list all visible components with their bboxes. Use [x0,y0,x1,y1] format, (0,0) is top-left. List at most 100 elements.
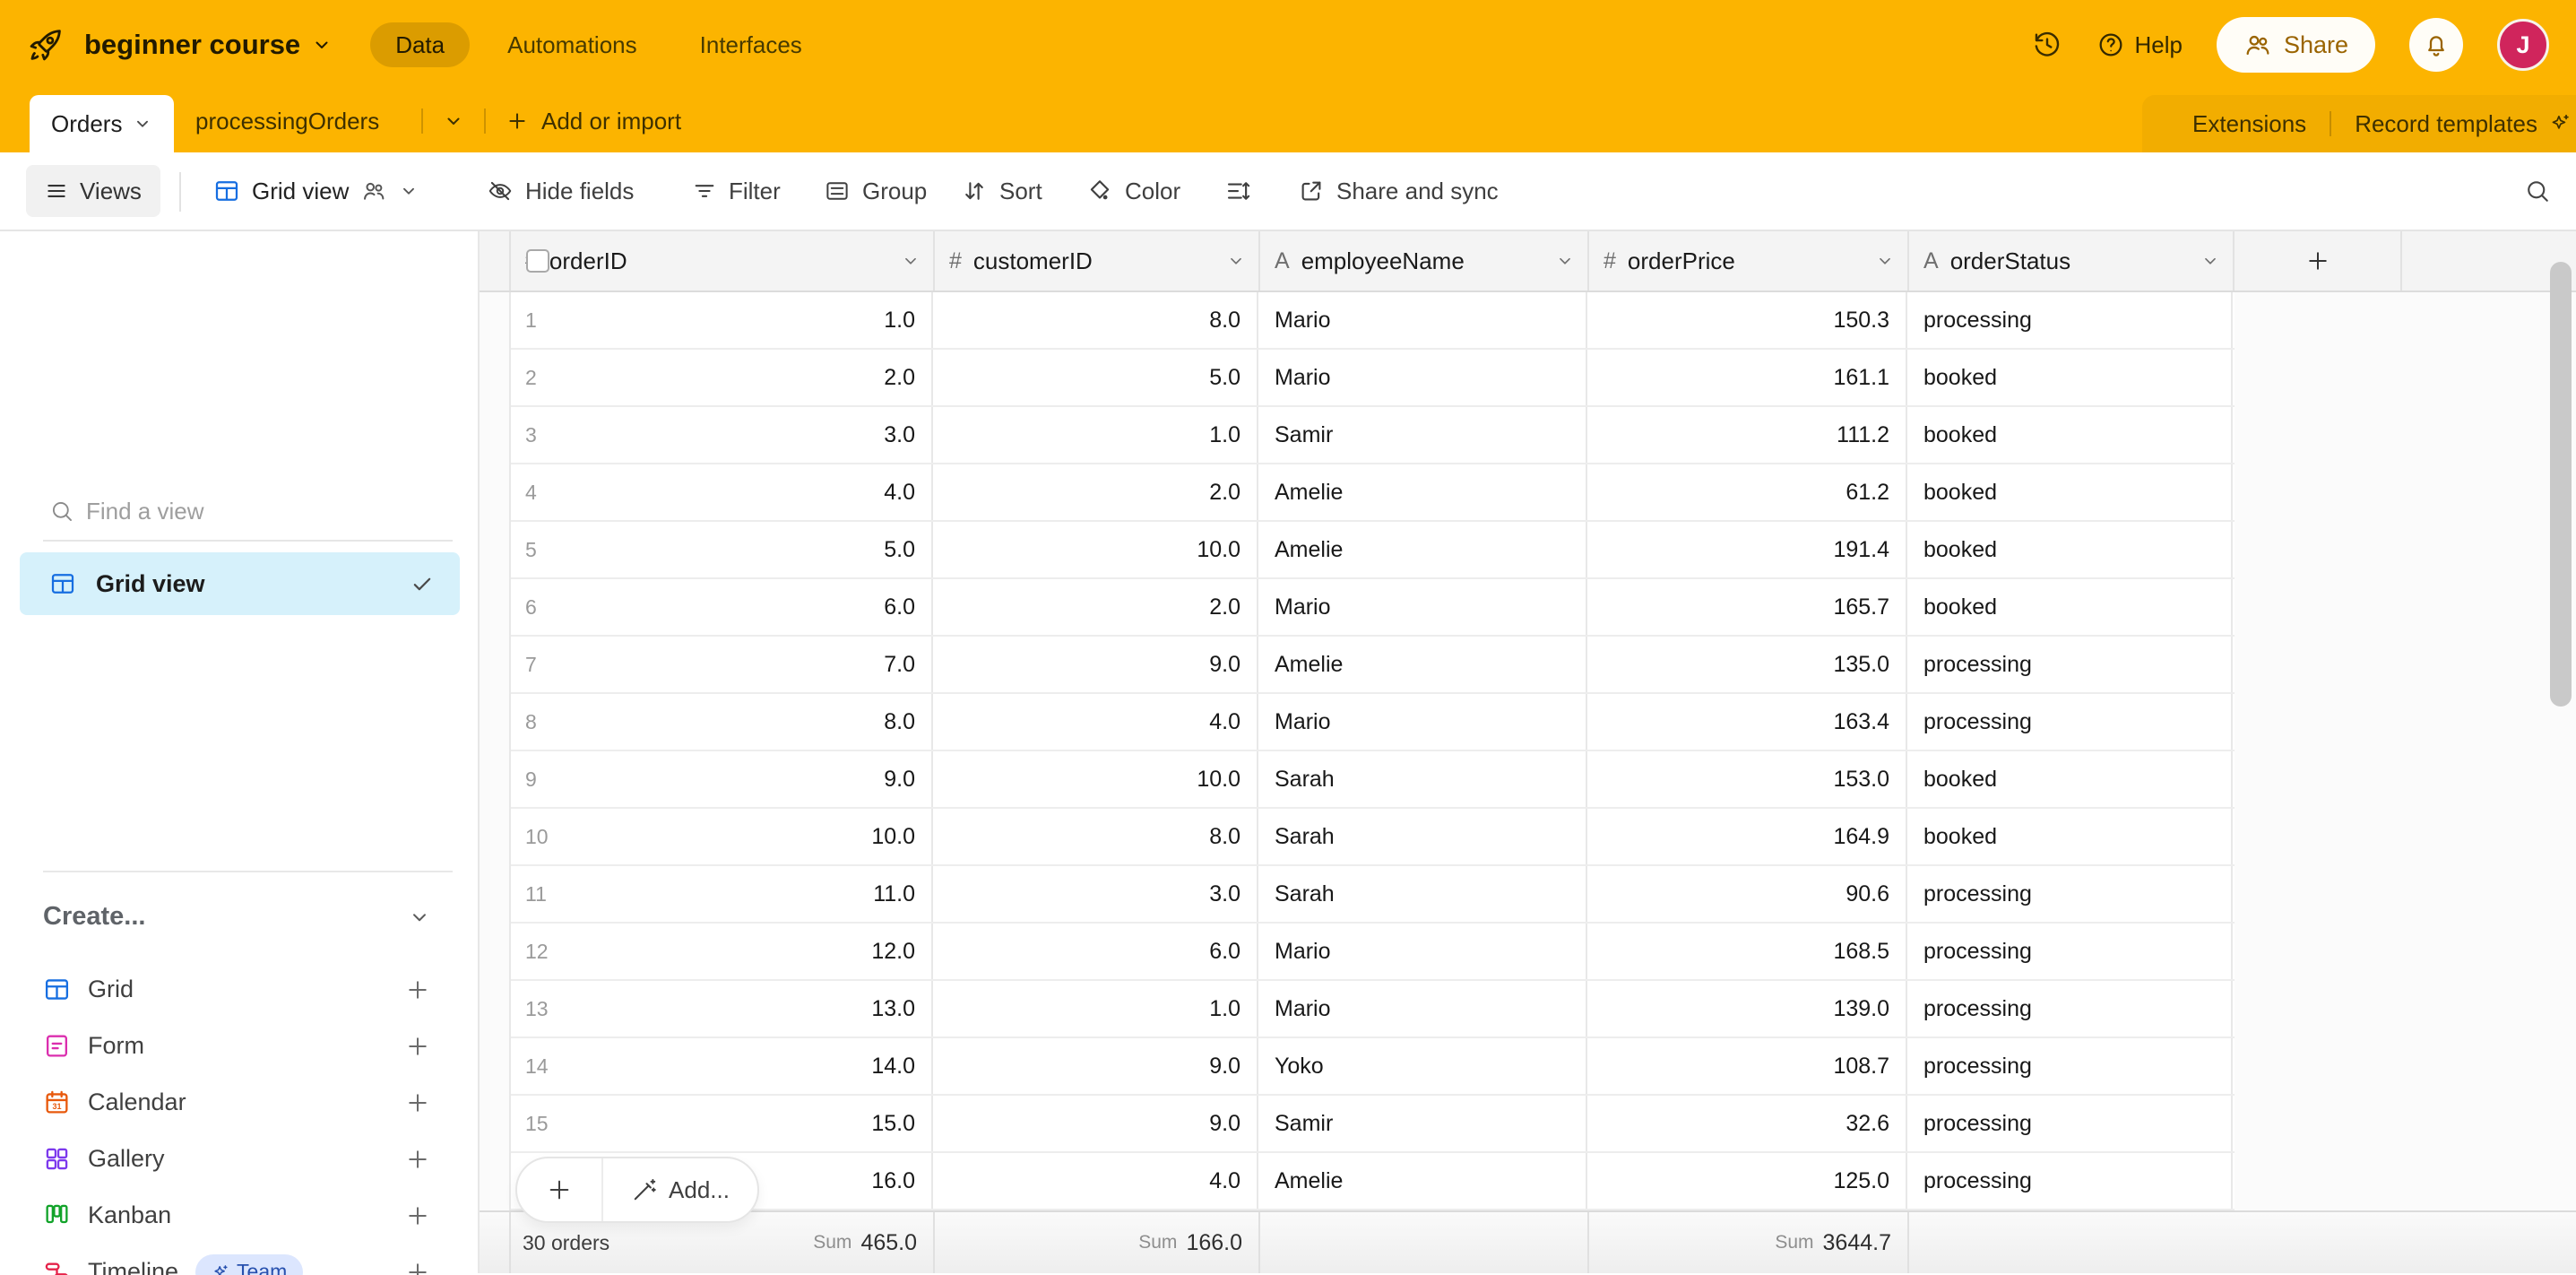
tab-orders[interactable]: Orders [30,95,174,152]
cell-orderPrice[interactable]: 168.5 [1587,924,1907,979]
cell-orderPrice[interactable]: 32.6 [1587,1096,1907,1151]
table-row[interactable]: 9 9.0 10.0 Sarah 153.0 booked [511,751,2235,809]
cell-orderStatus[interactable]: processing [1907,981,2233,1036]
cell-customerID[interactable]: 2.0 [933,464,1258,520]
extensions-button[interactable]: Extensions [2192,110,2306,138]
views-button[interactable]: Views [26,165,160,217]
plus-icon[interactable] [404,1202,431,1229]
cell-employeeName[interactable]: Mario [1258,292,1587,348]
cell-customerID[interactable]: 9.0 [933,1096,1258,1151]
cell-orderStatus[interactable]: booked [1907,407,2233,463]
cell-customerID[interactable]: 6.0 [933,924,1258,979]
cell-employeeName[interactable]: Amelie [1258,464,1587,520]
add-field-button[interactable] [2235,231,2402,291]
grid-view-switcher[interactable]: Grid view [213,152,419,230]
chevron-down-icon[interactable] [2200,251,2220,271]
cell-orderPrice[interactable]: 111.2 [1587,407,1907,463]
cell-orderID[interactable]: 9 9.0 [511,751,933,807]
table-row[interactable]: 1 1.0 8.0 Mario 150.3 processing [511,292,2235,350]
cell-customerID[interactable]: 4.0 [933,694,1258,750]
cell-customerID[interactable]: 9.0 [933,1038,1258,1094]
find-view-input[interactable] [86,491,418,531]
cell-customerID[interactable]: 4.0 [933,1153,1258,1209]
cell-orderPrice[interactable]: 139.0 [1587,981,1907,1036]
sidebar-view-grid-view[interactable]: Grid view [20,552,460,615]
cell-orderStatus[interactable]: processing [1907,924,2233,979]
cell-orderPrice[interactable]: 150.3 [1587,292,1907,348]
create-item-kanban[interactable]: Kanban [0,1187,478,1244]
cell-employeeName[interactable]: Sarah [1258,866,1587,922]
column-header-orderStatus[interactable]: A orderStatus [1909,231,2235,291]
user-avatar[interactable]: J [2497,19,2549,71]
table-row[interactable]: 10 10.0 8.0 Sarah 164.9 booked [511,809,2235,866]
cell-orderID[interactable]: 7 7.0 [511,637,933,692]
cell-customerID[interactable]: 8.0 [933,292,1258,348]
chevron-down-icon[interactable] [133,114,152,134]
cell-orderID[interactable]: 11 11.0 [511,866,933,922]
cell-employeeName[interactable]: Yoko [1258,1038,1587,1094]
chevron-down-icon[interactable] [1555,251,1575,271]
record-templates-button[interactable]: Record templates [2355,110,2572,138]
cell-customerID[interactable]: 9.0 [933,637,1258,692]
cell-orderStatus[interactable]: processing [1907,694,2233,750]
share-button[interactable]: Share [2217,17,2375,73]
cell-orderID[interactable]: 8 8.0 [511,694,933,750]
add-record-pill[interactable]: Add... [515,1157,759,1223]
cell-orderStatus[interactable]: processing [1907,866,2233,922]
cell-customerID[interactable]: 3.0 [933,866,1258,922]
add-or-import-button[interactable]: Add or import [506,108,681,135]
table-row[interactable]: 8 8.0 4.0 Mario 163.4 processing [511,694,2235,751]
table-row[interactable]: 4 4.0 2.0 Amelie 61.2 booked [511,464,2235,522]
column-header-orderPrice[interactable]: # orderPrice [1589,231,1909,291]
cell-orderID[interactable]: 4 4.0 [511,464,933,520]
cell-orderPrice[interactable]: 164.9 [1587,809,1907,864]
cell-customerID[interactable]: 10.0 [933,522,1258,577]
nav-tab-interfaces[interactable]: Interfaces [675,22,827,67]
nav-tab-automations[interactable]: Automations [482,22,662,67]
sort-button[interactable]: Sort [961,152,1042,230]
group-button[interactable]: Group [824,152,927,230]
notifications-button[interactable] [2409,18,2463,72]
cell-orderPrice[interactable]: 135.0 [1587,637,1907,692]
cell-orderID[interactable]: 13 13.0 [511,981,933,1036]
cell-orderStatus[interactable]: processing [1907,292,2233,348]
table-row[interactable]: 2 2.0 5.0 Mario 161.1 booked [511,350,2235,407]
table-row[interactable]: 3 3.0 1.0 Samir 111.2 booked [511,407,2235,464]
table-row[interactable]: 7 7.0 9.0 Amelie 135.0 processing [511,637,2235,694]
cell-employeeName[interactable]: Mario [1258,924,1587,979]
cell-orderPrice[interactable]: 108.7 [1587,1038,1907,1094]
create-item-calendar[interactable]: 31 Calendar [0,1074,478,1131]
table-row[interactable]: 5 5.0 10.0 Amelie 191.4 booked [511,522,2235,579]
cell-orderID[interactable]: 14 14.0 [511,1038,933,1094]
cell-orderPrice[interactable]: 125.0 [1587,1153,1907,1209]
color-button[interactable]: Color [1086,152,1180,230]
column-header-customerID[interactable]: # customerID [935,231,1260,291]
cell-orderPrice[interactable]: 165.7 [1587,579,1907,635]
cell-orderID[interactable]: 10 10.0 [511,809,933,864]
cell-employeeName[interactable]: Sarah [1258,751,1587,807]
cell-orderPrice[interactable]: 163.4 [1587,694,1907,750]
cell-orderID[interactable]: 2 2.0 [511,350,933,405]
filter-button[interactable]: Filter [692,152,781,230]
table-row[interactable]: 14 14.0 9.0 Yoko 108.7 processing [511,1038,2235,1096]
cell-orderID[interactable]: 12 12.0 [511,924,933,979]
chevron-down-icon[interactable] [1875,251,1895,271]
create-item-form[interactable]: Form [0,1018,478,1074]
cell-orderStatus[interactable]: booked [1907,579,2233,635]
cell-customerID[interactable]: 8.0 [933,809,1258,864]
cell-orderID[interactable]: 1 1.0 [511,292,933,348]
chevron-down-icon[interactable] [1226,251,1246,271]
cell-orderStatus[interactable]: booked [1907,809,2233,864]
create-item-timeline[interactable]: Timeline Team [0,1244,478,1275]
base-title[interactable]: beginner course [84,29,300,61]
cell-employeeName[interactable]: Samir [1258,407,1587,463]
create-item-gallery[interactable]: Gallery [0,1131,478,1187]
column-header-orderID[interactable]: # orderID [511,231,935,291]
cell-customerID[interactable]: 2.0 [933,579,1258,635]
cell-customerID[interactable]: 10.0 [933,751,1258,807]
help-button[interactable]: Help [2096,30,2182,59]
column-header-employeeName[interactable]: A employeeName [1260,231,1589,291]
plus-icon[interactable] [404,976,431,1003]
plus-icon[interactable] [404,1146,431,1173]
cell-employeeName[interactable]: Mario [1258,981,1587,1036]
